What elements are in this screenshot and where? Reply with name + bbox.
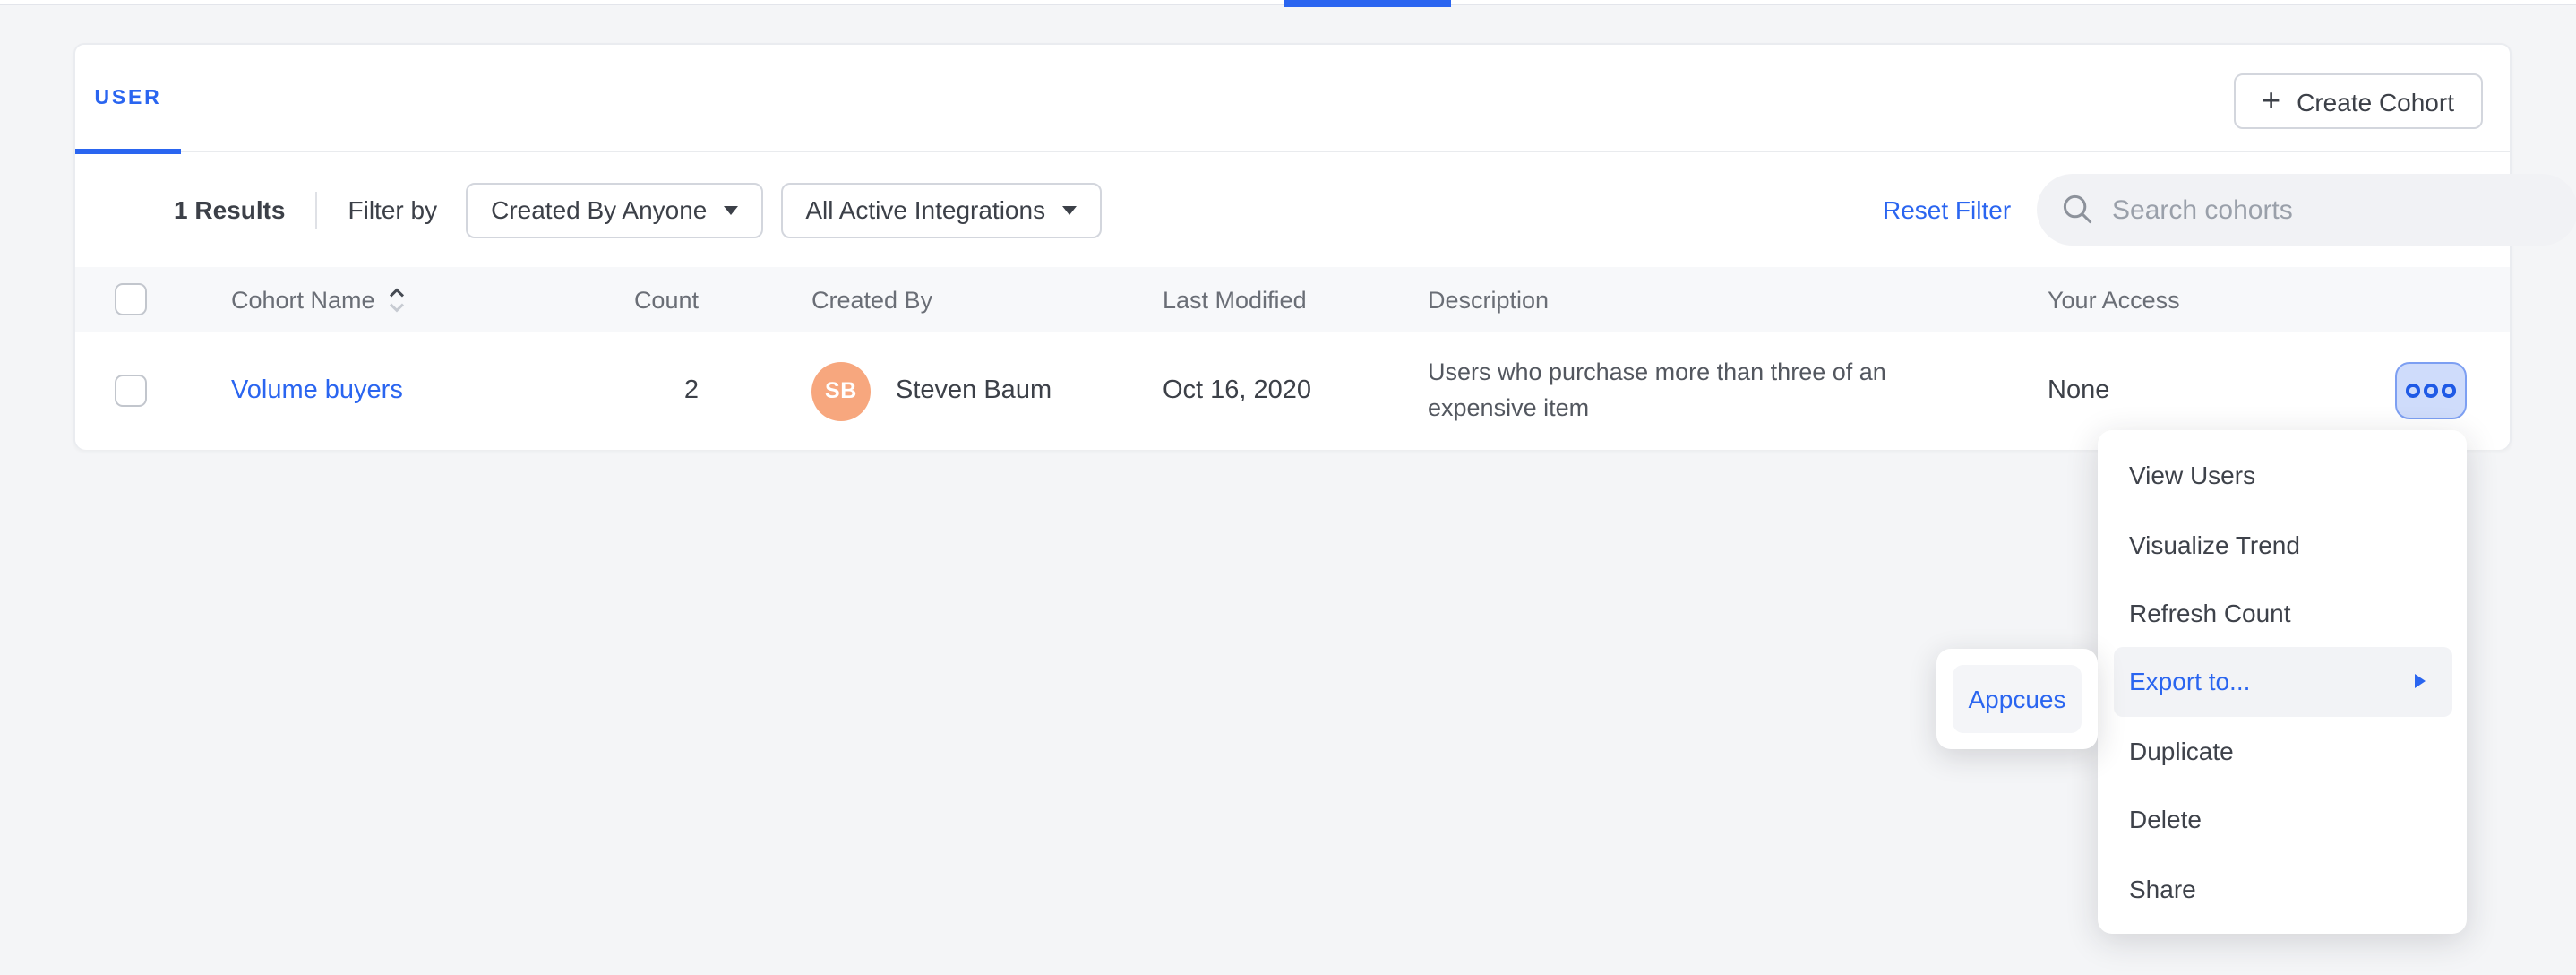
menu-item-share[interactable]: Share	[2098, 854, 2467, 923]
tab-user[interactable]: USER	[75, 45, 181, 152]
created-by-name: Steven Baum	[896, 376, 1052, 405]
tab-active-underline	[75, 149, 181, 154]
tab-user-label: USER	[94, 88, 161, 109]
menu-item-export-to[interactable]: Export to...	[2113, 647, 2451, 716]
dot-icon	[2443, 384, 2456, 398]
create-cohort-button[interactable]: + Create Cohort	[2233, 73, 2483, 129]
header-count[interactable]: Count	[634, 286, 699, 313]
avatar: SB	[811, 361, 871, 420]
menu-item-visualize-trend[interactable]: Visualize Trend	[2098, 510, 2467, 579]
search-box[interactable]	[2037, 174, 2576, 246]
table-header-row: Cohort Name Count Created By Last Modifi…	[75, 267, 2510, 332]
header-description[interactable]: Description	[1428, 286, 1549, 313]
created-by-dropdown-label: Created By Anyone	[491, 195, 707, 224]
filter-bar: 1 Results Filter by Created By Anyone Al…	[174, 174, 2485, 246]
select-all-checkbox[interactable]	[115, 283, 147, 315]
your-access-value: None	[2048, 376, 2109, 405]
menu-item-delete[interactable]: Delete	[2098, 785, 2467, 854]
search-input[interactable]	[2112, 194, 2553, 225]
integrations-dropdown-label: All Active Integrations	[805, 195, 1045, 224]
cohorts-card: USER + Create Cohort 1 Results Filter by…	[73, 43, 2512, 450]
export-submenu: Appcues	[1936, 649, 2098, 749]
reset-filter-link[interactable]: Reset Filter	[1883, 174, 2011, 246]
created-by-dropdown[interactable]: Created By Anyone	[466, 182, 762, 237]
submenu-item-appcues[interactable]: Appcues	[1953, 664, 2082, 732]
filter-by-label: Filter by	[348, 195, 438, 224]
menu-item-refresh-count[interactable]: Refresh Count	[2098, 579, 2467, 648]
chevron-right-icon	[2414, 675, 2425, 689]
page: USER + Create Cohort 1 Results Filter by…	[0, 0, 2576, 975]
integrations-dropdown[interactable]: All Active Integrations	[780, 182, 1101, 237]
plus-icon: +	[2262, 83, 2280, 116]
dot-icon	[2425, 384, 2438, 398]
divider	[316, 191, 318, 229]
last-modified-date: Oct 16, 2020	[1163, 376, 1311, 405]
results-count: 1 Results	[174, 195, 286, 224]
description-line-1: Users who purchase more than three of an	[1428, 354, 1886, 391]
header-your-access[interactable]: Your Access	[2048, 286, 2180, 313]
tab-bar: USER + Create Cohort	[75, 45, 2510, 152]
dot-icon	[2407, 384, 2420, 398]
cohort-description: Users who purchase more than three of an…	[1428, 354, 1886, 427]
row-actions-menu: View Users Visualize Trend Refresh Count…	[2098, 430, 2467, 934]
sort-icon[interactable]	[388, 286, 408, 313]
menu-item-view-users[interactable]: View Users	[2098, 441, 2467, 510]
row-actions-button[interactable]	[2395, 363, 2467, 419]
chevron-down-icon	[723, 205, 737, 214]
chevron-down-icon	[1061, 205, 1076, 214]
header-cohort-name[interactable]: Cohort Name	[231, 286, 375, 313]
search-icon	[2062, 194, 2094, 226]
row-checkbox[interactable]	[115, 375, 147, 407]
menu-item-duplicate[interactable]: Duplicate	[2098, 716, 2467, 785]
cohort-name-link[interactable]: Volume buyers	[231, 376, 403, 405]
create-cohort-label: Create Cohort	[2297, 87, 2454, 116]
cohort-count: 2	[684, 376, 699, 405]
header-created-by[interactable]: Created By	[811, 286, 932, 313]
header-last-modified[interactable]: Last Modified	[1163, 286, 1307, 313]
active-nav-tab-indicator	[1284, 0, 1451, 7]
menu-item-export-label: Export to...	[2129, 668, 2250, 696]
description-line-2: expensive item	[1428, 391, 1886, 427]
